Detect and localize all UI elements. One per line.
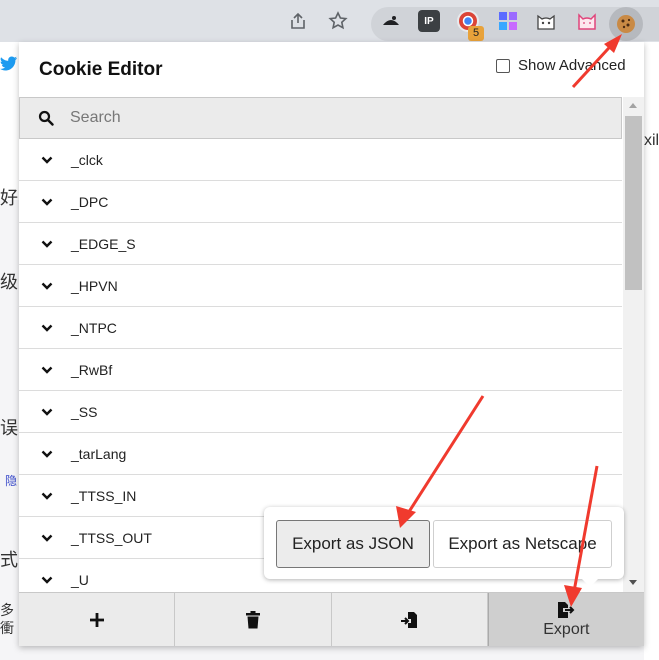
chevron-down-icon bbox=[41, 156, 53, 164]
chevron-down-icon bbox=[41, 366, 53, 374]
chevron-down-icon bbox=[41, 282, 53, 290]
chevron-down-icon bbox=[41, 198, 53, 206]
search-bar bbox=[19, 97, 622, 139]
cookie-row[interactable]: _SS bbox=[19, 391, 622, 433]
search-icon bbox=[38, 110, 54, 126]
bg-link-text: 隐 bbox=[5, 474, 18, 488]
chevron-down-icon bbox=[41, 450, 53, 458]
cookie-name: _RwBf bbox=[71, 361, 113, 378]
cookie-name: _HPVN bbox=[71, 277, 118, 294]
chevron-down-icon bbox=[41, 240, 53, 248]
cookie-row[interactable]: _RwBf bbox=[19, 349, 622, 391]
chevron-down-icon bbox=[41, 576, 53, 584]
chevron-down-icon bbox=[41, 534, 53, 542]
chevron-down-icon bbox=[41, 408, 53, 416]
show-advanced-checkbox[interactable] bbox=[496, 58, 510, 73]
export-menu: Export as JSON Export as Netscape bbox=[264, 507, 624, 587]
chevron-down-icon bbox=[41, 324, 53, 332]
cat-extension-icon[interactable] bbox=[535, 10, 557, 32]
bookmark-star-icon[interactable] bbox=[326, 9, 350, 33]
cookie-icon bbox=[617, 15, 635, 33]
extension-count-badge: 5 bbox=[468, 26, 484, 41]
cookie-row[interactable]: _tarLang bbox=[19, 433, 622, 475]
cookie-row[interactable]: _clck bbox=[19, 139, 622, 181]
cookie-row[interactable]: _NTPC bbox=[19, 307, 622, 349]
import-icon bbox=[401, 611, 418, 628]
cookie-name: _TTSS_IN bbox=[71, 487, 137, 504]
cookie-name: _TTSS_OUT bbox=[71, 529, 152, 546]
search-input[interactable] bbox=[70, 109, 570, 127]
bg-right-text: xil bbox=[644, 132, 659, 149]
scroll-down-arrow-icon[interactable] bbox=[629, 580, 637, 585]
hat-extension-icon[interactable] bbox=[380, 10, 402, 32]
cookie-row[interactable]: _EDGE_S bbox=[19, 223, 622, 265]
background-right-edge: xil bbox=[644, 42, 659, 660]
cookie-name: _U bbox=[71, 571, 89, 588]
cookie-name: _DPC bbox=[71, 193, 109, 210]
scrollbar-thumb[interactable] bbox=[625, 116, 642, 290]
bottom-action-bar: Export bbox=[19, 592, 644, 646]
popup-title: Cookie Editor bbox=[39, 59, 163, 80]
add-cookie-button[interactable] bbox=[19, 593, 176, 646]
cookie-name: _NTPC bbox=[71, 319, 117, 336]
grid-extension-icon[interactable] bbox=[497, 10, 519, 32]
export-icon bbox=[558, 601, 575, 618]
bg-text-5: 多 bbox=[0, 602, 14, 618]
browser-toolbar: IP 5 bbox=[0, 0, 659, 42]
pink-cat-extension-icon[interactable] bbox=[576, 10, 598, 32]
cookie-name: _clck bbox=[71, 151, 103, 168]
chevron-down-icon bbox=[41, 492, 53, 500]
show-advanced-toggle[interactable]: Show Advanced bbox=[496, 57, 626, 74]
twitter-icon bbox=[0, 56, 18, 77]
scroll-up-arrow-icon[interactable] bbox=[629, 103, 637, 108]
bg-text-4: 式 bbox=[0, 550, 18, 570]
export-netscape-button[interactable]: Export as Netscape bbox=[433, 520, 612, 568]
bg-text-3: 误 bbox=[0, 418, 18, 438]
bg-text-1: 好 bbox=[0, 188, 18, 208]
cookie-name: _SS bbox=[71, 403, 98, 420]
trash-icon bbox=[245, 610, 260, 628]
ip-extension-icon[interactable]: IP bbox=[418, 10, 440, 32]
export-label: Export bbox=[543, 620, 590, 638]
bg-text-6: 衝 bbox=[0, 620, 14, 636]
cookie-editor-extension-button[interactable] bbox=[609, 7, 643, 41]
cookie-row[interactable]: _DPC bbox=[19, 181, 622, 223]
cookie-row[interactable]: _HPVN bbox=[19, 265, 622, 307]
export-button[interactable]: Export bbox=[487, 593, 644, 646]
show-advanced-label: Show Advanced bbox=[518, 57, 626, 74]
import-button[interactable] bbox=[331, 593, 488, 646]
cookie-name: _EDGE_S bbox=[71, 235, 136, 252]
export-json-button[interactable]: Export as JSON bbox=[276, 520, 430, 568]
bg-text-2: 级 bbox=[0, 272, 18, 292]
cookie-name: _tarLang bbox=[71, 445, 127, 462]
plus-icon bbox=[89, 612, 104, 627]
delete-all-button[interactable] bbox=[175, 593, 332, 646]
cookie-list-scrollbar[interactable] bbox=[623, 97, 644, 592]
share-icon[interactable] bbox=[286, 9, 310, 33]
